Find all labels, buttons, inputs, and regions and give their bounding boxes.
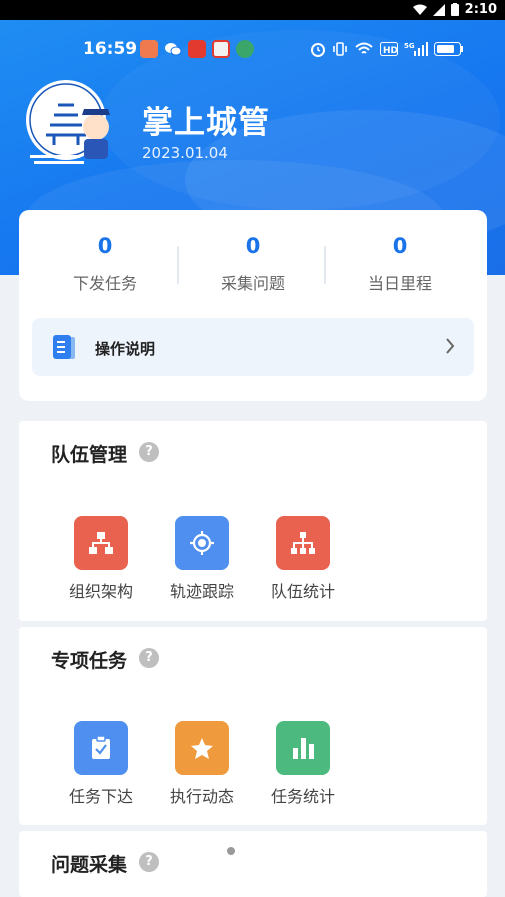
signal-icon <box>432 3 445 16</box>
page-indicator-dot <box>227 847 235 855</box>
tile-label: 组织架构 <box>68 582 133 601</box>
stat-value: 0 <box>97 234 113 258</box>
system-time: 2:10 <box>464 2 497 17</box>
stats-card: 0 下发任务 0 采集问题 0 当日里程 操作说明 <box>19 210 487 401</box>
date-label: 2023.01.04 <box>142 144 228 162</box>
divider <box>177 246 179 284</box>
tile-label: 任务统计 <box>270 787 335 806</box>
org-chart-icon <box>74 516 128 570</box>
system-status-bar: 2:10 <box>0 0 505 20</box>
alarm-icon <box>311 43 325 57</box>
star-icon <box>175 721 229 775</box>
tile-task-stats[interactable]: 任务统计 <box>263 721 343 807</box>
wechat-icon <box>164 40 182 58</box>
locate-icon <box>175 516 229 570</box>
tile-execution-updates[interactable]: 执行动态 <box>162 721 242 807</box>
tile-label: 执行动态 <box>169 787 234 806</box>
app-logo <box>24 75 124 170</box>
tile-label: 任务下达 <box>68 787 133 806</box>
team-stats-icon <box>276 516 330 570</box>
divider <box>324 246 326 284</box>
wifi-icon <box>355 42 373 54</box>
5g-signal-icon: 5G <box>404 42 428 56</box>
notification-icons <box>140 40 254 58</box>
section-title: 专项任务 <box>51 650 128 672</box>
stat-daily-mileage[interactable]: 0 当日里程 <box>327 234 473 294</box>
tile-task-assign[interactable]: 任务下达 <box>61 721 141 807</box>
clipboard-check-icon <box>74 721 128 775</box>
guide-label: 操作说明 <box>95 340 156 358</box>
stat-value: 0 <box>245 234 261 258</box>
stat-label: 采集问题 <box>220 274 285 293</box>
bar-chart-icon <box>276 721 330 775</box>
battery-icon <box>450 3 459 16</box>
phone-status-icons: HD 5G <box>310 41 464 57</box>
app-notification-icon <box>212 40 230 58</box>
tile-track-tracing[interactable]: 轨迹跟踪 <box>162 516 242 602</box>
help-icon[interactable]: ? <box>139 648 159 668</box>
app-notification-icon <box>236 40 254 58</box>
section-title: 问题采集 <box>51 854 128 876</box>
phone-status-row: 16:59 HD 5G <box>0 38 505 62</box>
vibrate-icon <box>333 42 347 56</box>
svg-text:5G: 5G <box>404 42 415 50</box>
tile-label: 队伍统计 <box>270 582 335 601</box>
operation-guide-button[interactable]: 操作说明 <box>32 318 474 376</box>
chevron-right-icon <box>446 338 455 354</box>
stat-label: 当日里程 <box>367 274 432 293</box>
problem-collection-section: 问题采集 ? <box>19 831 487 897</box>
app-title: 掌上城管 <box>142 105 270 141</box>
stat-label: 下发任务 <box>72 274 137 293</box>
hd-icon: HD <box>380 42 398 56</box>
help-icon[interactable]: ? <box>139 852 159 872</box>
tile-label: 轨迹跟踪 <box>169 582 234 601</box>
help-icon[interactable]: ? <box>139 442 159 462</box>
document-icon <box>53 335 75 359</box>
svg-text:HD: HD <box>383 46 398 56</box>
stat-value: 0 <box>392 234 408 258</box>
battery-icon <box>434 42 463 56</box>
section-title: 队伍管理 <box>51 444 128 466</box>
tile-org-structure[interactable]: 组织架构 <box>61 516 141 602</box>
app-notification-icon <box>188 40 206 58</box>
special-tasks-section: 专项任务 ? 任务下达 执行动态 任务统计 <box>19 627 487 825</box>
phone-time: 16:59 <box>83 39 138 59</box>
stat-issued-tasks[interactable]: 0 下发任务 <box>32 234 178 294</box>
wifi-icon <box>412 4 427 15</box>
stat-collected-problems[interactable]: 0 采集问题 <box>180 234 326 294</box>
tile-team-stats[interactable]: 队伍统计 <box>263 516 343 602</box>
team-management-section: 队伍管理 ? 组织架构 轨迹跟踪 队伍统计 <box>19 421 487 621</box>
app-notification-icon <box>140 40 158 58</box>
